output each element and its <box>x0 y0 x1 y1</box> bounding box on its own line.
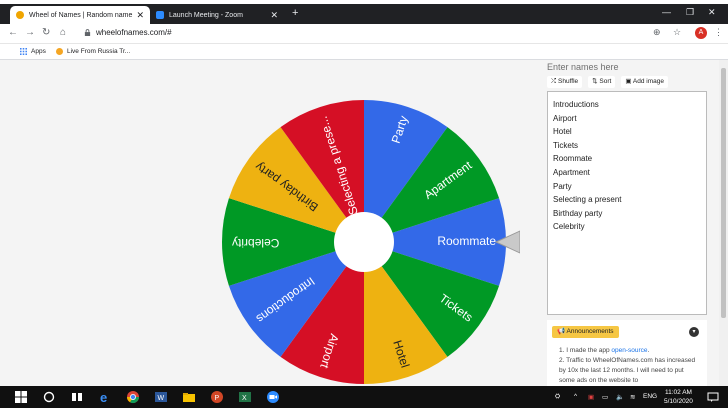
file-explorer-icon[interactable] <box>182 390 196 404</box>
name-entry: Celebrity <box>553 222 585 232</box>
name-entry: Birthday party <box>553 208 603 218</box>
announcement-item: 1. I made the app open-source. <box>559 346 701 356</box>
tab-strip: Wheel of Names | Random name ✕ Launch Me… <box>0 4 728 24</box>
back-icon[interactable]: ← <box>8 27 18 38</box>
edge-icon[interactable]: e <box>98 390 112 404</box>
taskbar-clock[interactable]: 11:02 AM 5/10/2020 <box>664 388 693 406</box>
wheel-segment-label: Celebrity <box>232 236 279 250</box>
language-indicator[interactable]: ENG <box>643 393 657 400</box>
wifi-icon[interactable]: ≋ <box>630 393 635 401</box>
wheel-center-hub[interactable] <box>334 212 394 272</box>
tab-zoom[interactable]: Launch Meeting - Zoom ✕ <box>150 6 284 24</box>
announcement-item: 2. Traffic to WheelOfNames.com has incre… <box>559 356 701 386</box>
svg-text:X: X <box>242 395 247 402</box>
word-icon[interactable]: W <box>154 390 168 404</box>
scrollbar-thumb[interactable] <box>721 68 726 318</box>
open-source-link[interactable]: open-source <box>611 347 647 354</box>
name-entry: Hotel <box>553 127 572 137</box>
bookmark-favicon-icon <box>56 48 63 55</box>
new-tab-icon[interactable]: + <box>292 7 298 19</box>
close-tab-icon[interactable]: ✕ <box>270 10 278 21</box>
search-icon[interactable] <box>42 390 56 404</box>
chrome-icon[interactable] <box>126 390 140 404</box>
bookmarks-bar: Apps Live From Russia Tr... <box>0 44 728 60</box>
wheel-segment-label: Roommate <box>437 234 496 248</box>
shuffle-label: Shuffle <box>558 78 579 85</box>
name-entry: Apartment <box>553 167 590 177</box>
shuffle-icon: ⤮ <box>551 78 559 85</box>
names-textarea[interactable]: Introductions Airport Hotel Tickets Roommate… <box>547 91 707 315</box>
lock-icon <box>84 29 91 36</box>
address-bar-row: ← → ↻ ⌂ wheelofnames.com/# ⊕ ☆ A ⋮ <box>0 24 728 44</box>
tray-chevron-icon[interactable]: ^ <box>574 393 577 400</box>
announcements-card: 📢 Announcements ▾ 1. I made the app open… <box>547 320 707 386</box>
apps-grid-icon <box>20 48 27 55</box>
menu-kebab-icon[interactable]: ⋮ <box>714 27 723 38</box>
name-entry: Tickets <box>553 140 579 150</box>
zoom-app-icon[interactable] <box>266 390 280 404</box>
megaphone-icon: 📢 <box>557 328 567 335</box>
forward-icon[interactable]: → <box>25 27 35 38</box>
bookmark-apps[interactable]: Apps <box>20 48 46 55</box>
extension-icon[interactable]: ⊕ <box>653 27 661 38</box>
excel-icon[interactable]: X <box>238 390 252 404</box>
bookmark-label: Live From Russia Tr... <box>67 48 131 55</box>
notification-app-icon[interactable]: ▣ <box>588 393 594 401</box>
announcements-button[interactable]: 📢 Announcements <box>552 326 619 338</box>
browser-window: Wheel of Names | Random name ✕ Launch Me… <box>0 0 728 408</box>
action-center-icon[interactable] <box>706 390 720 404</box>
announcements-list: 1. I made the app open-source. 2. Traffi… <box>559 346 701 386</box>
minimize-icon[interactable]: — <box>662 7 671 17</box>
battery-icon: ▭ <box>602 394 609 401</box>
svg-text:P: P <box>215 395 220 402</box>
announcement-text: . <box>647 347 650 354</box>
powerpoint-icon[interactable]: P <box>210 390 224 404</box>
tab-title: Launch Meeting - Zoom <box>169 11 243 19</box>
bookmark-live-from-russia[interactable]: Live From Russia Tr... <box>56 48 130 55</box>
name-entry: Airport <box>553 113 577 123</box>
close-tab-icon[interactable]: ✕ <box>136 10 144 21</box>
home-icon[interactable]: ⌂ <box>60 27 66 38</box>
bookmark-star-icon[interactable]: ☆ <box>673 27 681 38</box>
svg-text:e: e <box>100 390 107 404</box>
shuffle-button[interactable]: ⤮ Shuffle <box>547 76 583 88</box>
image-icon: ▣ <box>625 78 633 85</box>
names-toolbar: ⤮ Shuffle ⇅ Sort ▣ Add image <box>547 76 668 88</box>
windows-taskbar: e W P X ⛭ ^ ▣ ▭ 🔈 ≋ ENG 11:02 AM 5/10/20… <box>0 386 728 408</box>
sort-label: Sort <box>599 78 612 85</box>
page-scrollbar[interactable] <box>719 60 728 386</box>
announcements-label: Announcements <box>566 328 614 335</box>
name-entry: Selecting a present <box>553 195 622 205</box>
name-entry: Introductions <box>553 100 599 109</box>
tab-wheel-of-names[interactable]: Wheel of Names | Random name ✕ <box>10 6 150 24</box>
maximize-icon[interactable]: ❐ <box>686 7 694 18</box>
window-close-icon[interactable]: ✕ <box>708 7 716 18</box>
person-icon[interactable]: ⛭ <box>555 393 560 401</box>
clock-date: 5/10/2020 <box>664 398 693 405</box>
chrome-favicon-icon <box>16 11 24 19</box>
zoom-favicon-icon <box>156 11 164 19</box>
clock-time: 11:02 AM <box>664 389 692 396</box>
windows-start-icon[interactable] <box>14 390 28 404</box>
profile-avatar[interactable]: A <box>695 27 707 39</box>
svg-text:W: W <box>158 395 165 402</box>
announcement-text: 2. Traffic to WheelOfNames.com has incre… <box>559 357 696 384</box>
add-image-label: Add image <box>632 78 664 85</box>
task-view-icon[interactable] <box>70 390 84 404</box>
reload-icon[interactable]: ↻ <box>42 27 50 38</box>
name-entry: Party <box>553 181 572 191</box>
sort-button[interactable]: ⇅ Sort <box>588 76 616 88</box>
names-panel-title: Enter names here <box>547 62 619 72</box>
tab-title: Wheel of Names | Random name <box>29 11 133 19</box>
volume-icon[interactable]: 🔈 <box>616 393 624 401</box>
collapse-chevron-icon[interactable]: ▾ <box>689 327 699 337</box>
announcement-text: 1. I made the app <box>559 347 612 354</box>
name-entry: Roommate <box>553 154 593 164</box>
wheel-spinner[interactable]: RoommateTicketsHotelAirportIntroductions… <box>220 76 520 392</box>
url-field[interactable]: wheelofnames.com/# <box>96 28 172 37</box>
bookmark-label: Apps <box>31 48 46 55</box>
add-image-button[interactable]: ▣ Add image <box>621 76 668 88</box>
